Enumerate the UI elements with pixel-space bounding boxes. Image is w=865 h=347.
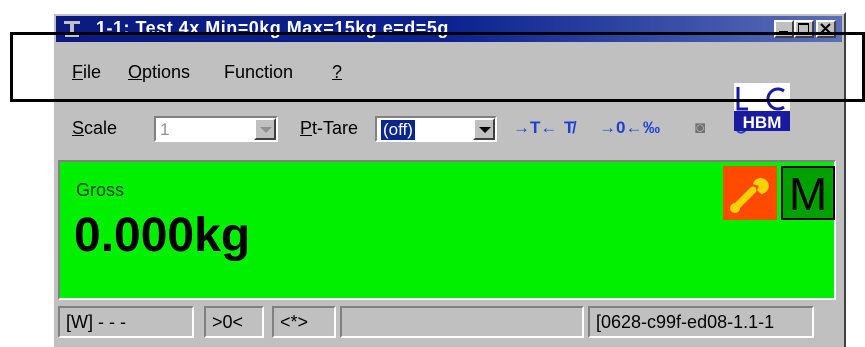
clear-tare-icon[interactable]: T̸	[564, 118, 574, 138]
minimize-icon	[779, 31, 788, 33]
wrench-button[interactable]	[723, 166, 777, 220]
menu-bar: File Options Function ?	[56, 60, 836, 84]
menu-function[interactable]: Function	[224, 62, 293, 83]
svg-text:HBM: HBM	[743, 113, 782, 131]
pttare-combo[interactable]: (off)	[375, 116, 497, 142]
menu-file-label: ile	[83, 62, 102, 82]
wrench-icon	[730, 178, 769, 213]
permille-icon[interactable]: ‰	[643, 118, 660, 138]
weight-display: Gross 0.000kg M	[58, 160, 836, 300]
menu-options-label: ptions	[142, 62, 191, 82]
scale-label: Scale	[72, 118, 118, 138]
status-empty	[340, 306, 584, 338]
pttare-value: (off)	[381, 120, 415, 140]
maximize-icon	[798, 23, 809, 33]
status-zero: >0<	[204, 306, 264, 338]
menu-options[interactable]: Options	[128, 62, 190, 83]
close-icon	[820, 23, 831, 34]
camera-icon[interactable]: ◙	[695, 118, 705, 138]
pttare-label: Pt-Tare	[300, 118, 359, 138]
scale-value: 1	[160, 120, 170, 139]
status-stable: <*>	[272, 306, 336, 338]
weight-value: 0.000kg	[74, 209, 251, 262]
title-bar[interactable]: 1-1: Test 4x Min=0kg Max=15kg e=d=5g	[56, 16, 842, 42]
status-mode: [W] - - -	[58, 306, 194, 338]
hbm-logo-icon: HBM	[734, 83, 790, 132]
close-button[interactable]	[816, 20, 836, 38]
minimize-button[interactable]	[774, 20, 794, 38]
scale-combo[interactable]: 1	[154, 116, 278, 142]
scale-dropdown-arrow[interactable]	[254, 118, 276, 140]
tare-icon[interactable]: →T←	[513, 118, 557, 138]
zero-icon[interactable]: →0←	[599, 118, 642, 138]
menu-file-accel: F	[72, 62, 83, 82]
menu-function-label: Function	[224, 62, 294, 82]
menu-help[interactable]: ?	[332, 62, 342, 83]
status-id: [0628-c99f-ed08-1.1-1	[588, 306, 814, 338]
menu-help-accel: ?	[332, 62, 343, 82]
menu-options-accel: O	[128, 62, 143, 82]
menu-file[interactable]: File	[72, 62, 101, 83]
hbm-logo: HBM	[734, 83, 790, 132]
scale-app-icon	[64, 21, 80, 37]
m-badge: M	[781, 166, 835, 220]
pttare-dropdown-arrow[interactable]	[473, 118, 495, 140]
window-title: 1-1: Test 4x Min=0kg Max=15kg e=d=5g	[96, 18, 449, 38]
mode-label: Gross	[76, 180, 125, 200]
maximize-button[interactable]	[794, 20, 814, 38]
